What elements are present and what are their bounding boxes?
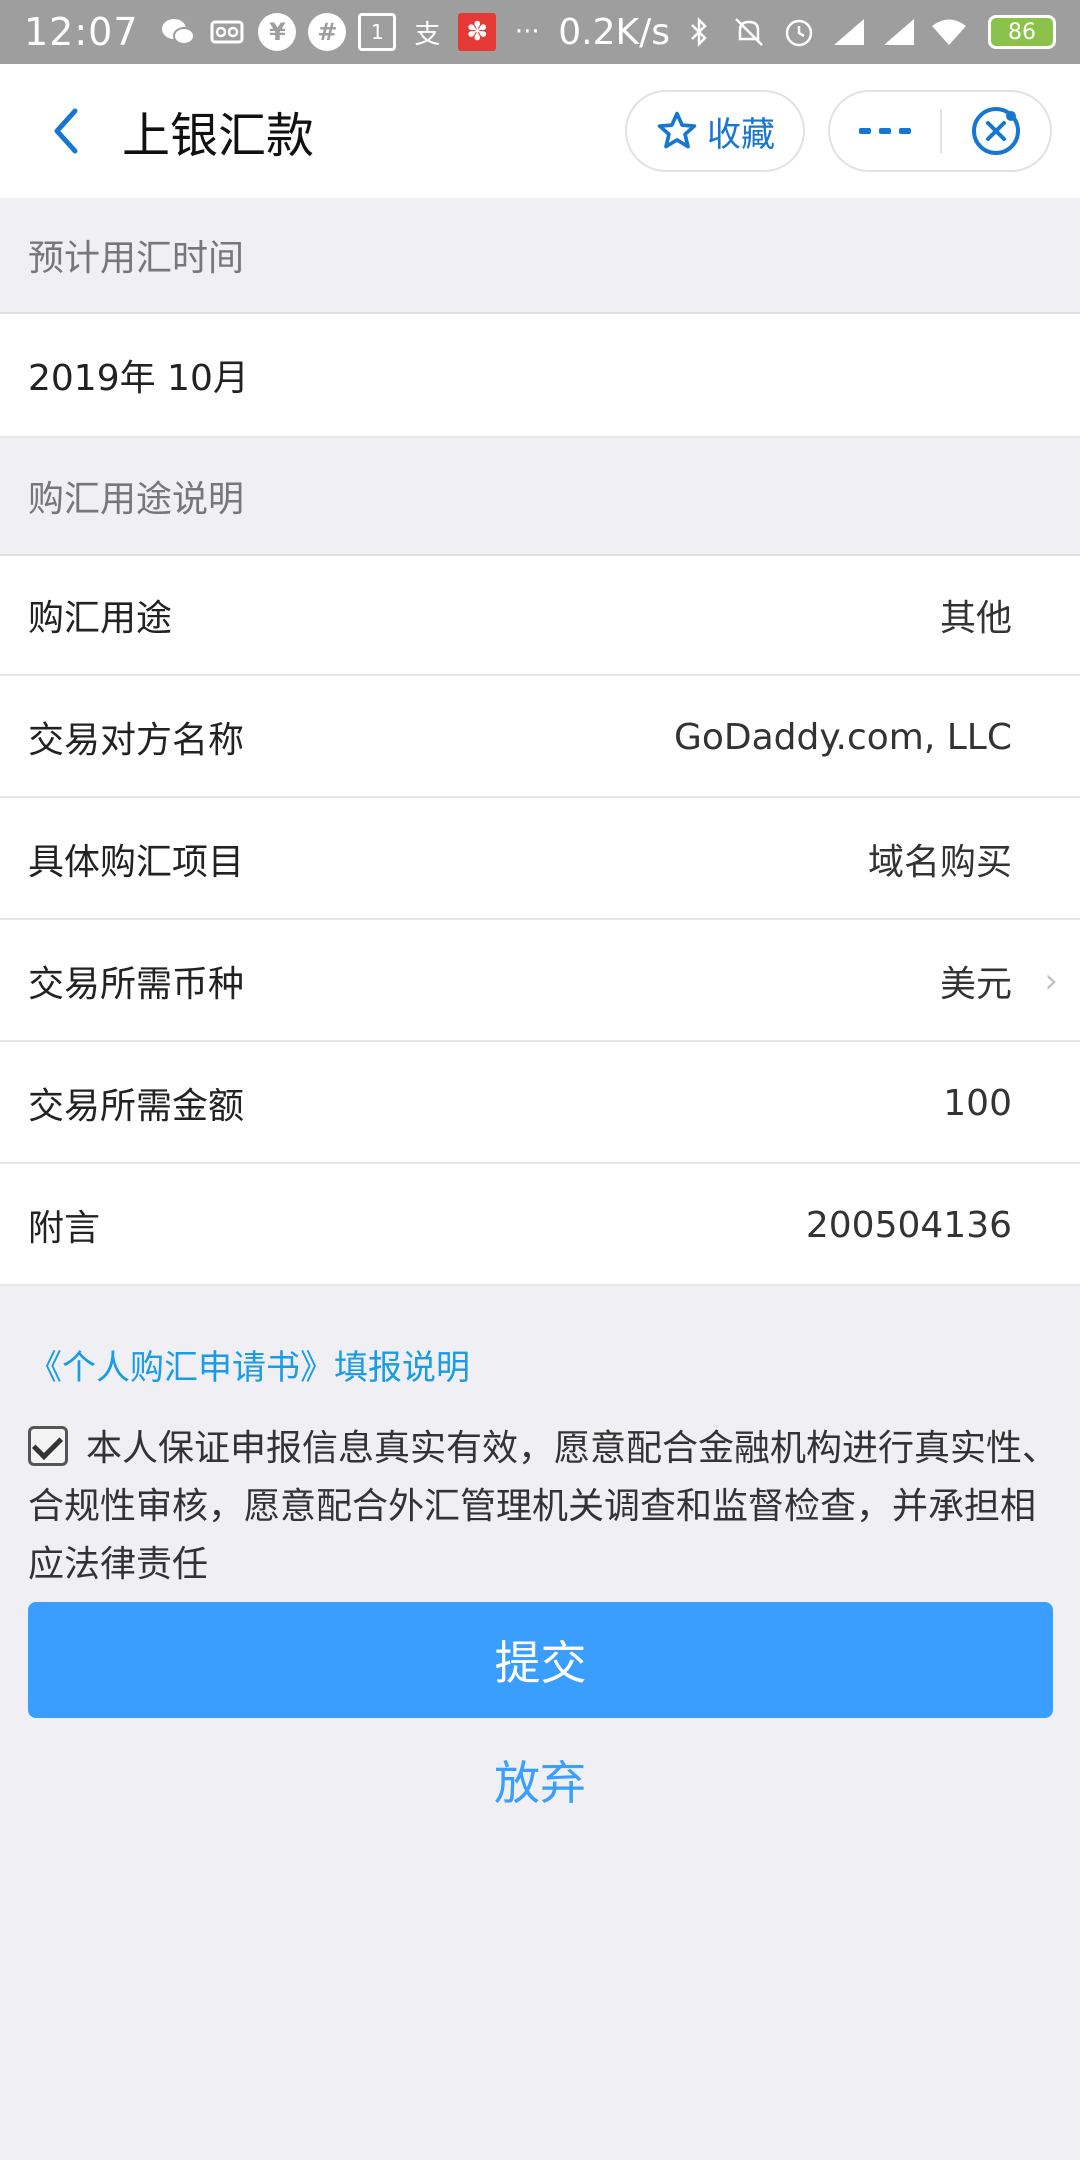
battery-icon: 86: [988, 15, 1057, 49]
row-label: 交易对方名称: [28, 720, 245, 761]
favorite-label: 收藏: [707, 114, 775, 155]
cancel-button[interactable]: 放弃: [0, 1740, 1080, 1820]
row-label: 附言: [28, 1208, 101, 1249]
agreement-block: 本人保证申报信息真实有效，愿意配合金融机构进行真实性、合规性审核，愿意配合外汇管…: [28, 1420, 1058, 1594]
yuan-icon: ¥: [258, 13, 297, 51]
app-red-icon: ✽: [458, 13, 497, 51]
agreement-text: 本人保证申报信息真实有效，愿意配合金融机构进行真实性、合规性审核，愿意配合外汇管…: [28, 1428, 1059, 1585]
row-item[interactable]: 具体购汇项目 域名购买: [0, 798, 1080, 920]
row-purpose[interactable]: 购汇用途 其他: [0, 554, 1080, 676]
chevron-left-icon: [54, 108, 78, 154]
app-header: 上银汇款 收藏: [0, 64, 1080, 198]
row-label: 交易所需币种: [28, 964, 245, 1005]
network-speed: 0.2K/s: [558, 11, 671, 53]
close-circle-icon: [972, 107, 1020, 155]
alarm-icon: [780, 13, 818, 51]
close-button[interactable]: [942, 92, 1050, 170]
mute-bell-icon: [730, 13, 768, 51]
time-value: 2019年 10月: [28, 358, 249, 399]
row-remark[interactable]: 附言 200504136: [0, 1164, 1080, 1286]
more-dots-icon: [859, 128, 911, 134]
voicemail-icon: [208, 13, 246, 51]
back-button[interactable]: [36, 101, 96, 161]
star-icon: [657, 111, 697, 149]
status-bar: 12:07 ¥ # 1 支 ✽ ··· 0.2K/s 86: [0, 0, 1080, 64]
alipay-icon: 支: [414, 19, 441, 50]
submit-button[interactable]: 提交: [28, 1602, 1053, 1718]
row-counterparty[interactable]: 交易对方名称 GoDaddy.com, LLC: [0, 676, 1080, 798]
calendar-icon: 1: [358, 13, 397, 51]
row-value: 200504136: [805, 1204, 1012, 1246]
signal-icon-2: [880, 13, 918, 51]
row-value: 域名购买: [867, 842, 1012, 883]
wifi-icon: [930, 13, 968, 51]
wechat-icon: [159, 13, 197, 51]
row-amount[interactable]: 交易所需金额 100: [0, 1042, 1080, 1164]
row-currency[interactable]: 交易所需币种 美元 ›: [0, 920, 1080, 1042]
time-field[interactable]: 2019年 10月: [0, 312, 1080, 438]
status-time: 12:07: [24, 10, 139, 54]
section-header-purpose: 购汇用途说明: [28, 479, 245, 520]
page-title: 上银汇款: [122, 108, 315, 164]
row-label: 具体购汇项目: [28, 842, 245, 883]
more-button[interactable]: [830, 92, 940, 170]
agreement-checkbox[interactable]: [28, 1426, 68, 1466]
row-value: 美元: [939, 964, 1012, 1005]
mini-program-capsule: [828, 90, 1052, 172]
bluetooth-icon: [680, 13, 718, 51]
slack-icon: #: [308, 13, 347, 51]
row-label: 交易所需金额: [28, 1086, 245, 1127]
row-value: 100: [943, 1082, 1012, 1124]
favorite-button[interactable]: 收藏: [625, 90, 805, 172]
signal-icon: [830, 13, 868, 51]
row-label: 购汇用途: [28, 598, 173, 639]
more-dots-icon: ···: [514, 17, 540, 47]
chevron-right-icon: ›: [1044, 961, 1058, 1001]
row-value: GoDaddy.com, LLC: [673, 716, 1012, 758]
row-value: 其他: [939, 598, 1012, 639]
section-header-time: 预计用汇时间: [28, 238, 245, 279]
application-notice-link[interactable]: 《个人购汇申请书》填报说明: [28, 1340, 470, 1389]
